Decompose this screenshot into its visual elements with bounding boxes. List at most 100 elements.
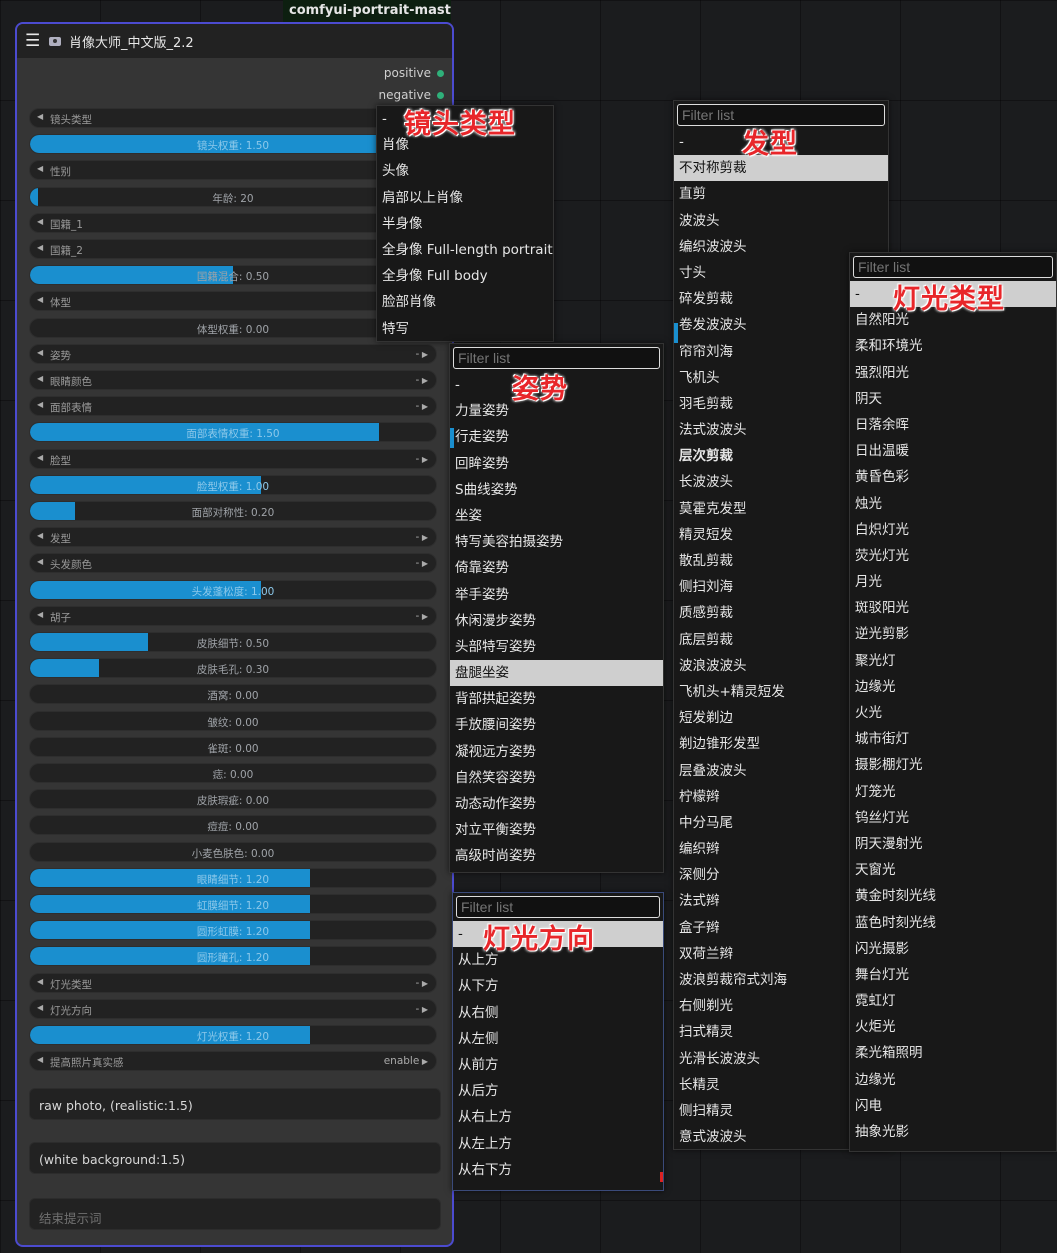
prompt-end-textbox[interactable]: 结束提示词 [29, 1198, 441, 1230]
menu-item[interactable]: 月光 [850, 569, 1056, 595]
slider-widget[interactable]: 灯光权重: 1.20 [29, 1025, 437, 1045]
menu-item[interactable]: 闪光摄影 [850, 936, 1056, 962]
menu-item[interactable]: 抽象光影 [850, 1119, 1056, 1145]
combo-widget[interactable]: 发型 - [29, 527, 437, 548]
menu-item[interactable]: 摄影棚灯光 [850, 752, 1056, 778]
menu-item[interactable]: 钨丝灯光 [850, 805, 1056, 831]
menu-item[interactable]: 从前方 [453, 1052, 663, 1078]
menu-item[interactable]: 对立平衡姿势 [450, 817, 663, 843]
slider-widget[interactable]: 头发蓬松度: 1.00 [29, 579, 437, 600]
menu-item[interactable]: 日落余晖 [850, 412, 1056, 438]
slider-widget[interactable]: 圆形虹膜: 1.20 [29, 920, 437, 941]
light-type-dropdown[interactable]: -自然阳光柔和环境光强烈阳光阴天日落余晖日出温暖黄昏色彩烛光白炽灯光荧光灯光月光… [849, 252, 1057, 1152]
menu-item[interactable]: 柔光箱照明 [850, 1040, 1056, 1066]
menu-item[interactable]: 直剪 [674, 181, 888, 207]
menu-item[interactable]: 霓虹灯 [850, 988, 1056, 1014]
menu-item[interactable]: 强烈阳光 [850, 360, 1056, 386]
combo-widget[interactable]: 灯光方向 - [29, 998, 437, 1019]
menu-item[interactable]: 边缘光 [850, 1067, 1056, 1093]
menu-item[interactable]: 特写 [377, 316, 553, 342]
slider-widget[interactable]: 眼睛细节: 1.20 [29, 867, 437, 888]
menu-item[interactable]: 休闲漫步姿势 [450, 608, 663, 634]
group-title[interactable]: comfyui-portrait-master.. [283, 0, 451, 22]
slider-widget[interactable]: 面部对称性: 0.20 [29, 501, 437, 521]
slider-widget[interactable]: 小麦色肤色: 0.00 [29, 841, 437, 862]
menu-item[interactable]: 黄金时刻光线 [850, 883, 1056, 909]
combo-widget[interactable]: 眼睛颜色 - [29, 370, 437, 390]
menu-item[interactable]: 蓝色时刻光线 [850, 910, 1056, 936]
filter-list-input[interactable] [453, 347, 660, 369]
menu-item[interactable]: 肩部以上肖像 [377, 185, 553, 211]
menu-item[interactable]: 日出温暖 [850, 438, 1056, 464]
menu-item[interactable]: 从下方 [453, 973, 663, 999]
output-dot[interactable] [437, 69, 444, 77]
slider-widget[interactable]: 圆形瞳孔: 1.20 [29, 946, 437, 967]
menu-item[interactable]: 火光 [850, 700, 1056, 726]
slider-widget[interactable]: 脸型权重: 1.00 [29, 474, 437, 495]
menu-item[interactable]: 全身像 Full body [377, 263, 553, 289]
menu-item[interactable]: 背部拱起姿势 [450, 686, 663, 712]
menu-item[interactable]: 从右下方 [453, 1157, 663, 1183]
menu-item[interactable]: 行走姿势 [450, 424, 663, 450]
menu-item[interactable]: 灯笼光 [850, 779, 1056, 805]
filter-list-input[interactable] [456, 896, 660, 918]
menu-item[interactable]: 盘腿坐姿 [450, 660, 663, 687]
output-dot[interactable] [437, 91, 444, 99]
menu-item[interactable]: 烛光 [850, 491, 1056, 517]
slider-widget[interactable]: 痣: 0.00 [29, 763, 437, 783]
menu-item[interactable]: 头部特写姿势 [450, 634, 663, 660]
menu-item[interactable]: 凝视远方姿势 [450, 739, 663, 765]
slider-widget[interactable]: 面部表情权重: 1.50 [29, 422, 437, 443]
menu-item[interactable]: 高级时尚姿势 [450, 843, 663, 869]
menu-item[interactable]: 坐姿 [450, 503, 663, 529]
menu-item[interactable]: 边缘光 [850, 674, 1056, 700]
combo-widget[interactable]: 脸型 - [29, 448, 437, 469]
menu-item[interactable]: 自然笑容姿势 [450, 765, 663, 791]
slider-widget[interactable]: 雀斑: 0.00 [29, 736, 437, 757]
combo-widget[interactable]: 面部表情 - [29, 396, 437, 417]
menu-item[interactable]: 舞台灯光 [850, 962, 1056, 988]
menu-item[interactable]: 城市街灯 [850, 726, 1056, 752]
prompt-start-textbox[interactable]: raw photo, (realistic:1.5) [29, 1088, 441, 1120]
menu-item[interactable]: 从右上方 [453, 1104, 663, 1130]
combo-widget[interactable]: 提高照片真实感 enable [29, 1051, 437, 1072]
menu-item[interactable]: 白炽灯光 [850, 517, 1056, 543]
menu-item[interactable]: 黄昏色彩 [850, 464, 1056, 490]
menu-icon[interactable]: ☰ [25, 32, 40, 50]
slider-widget[interactable]: 皮肤细节: 0.50 [29, 632, 437, 652]
menu-item[interactable]: 头像 [377, 158, 553, 184]
menu-item[interactable]: 全身像 Full-length portrait [377, 237, 553, 263]
prompt-additional-textbox[interactable]: (white background:1.5) [29, 1142, 441, 1174]
menu-item[interactable]: S曲线姿势 [450, 477, 663, 503]
menu-item[interactable]: 举手姿势 [450, 582, 663, 608]
output-negative[interactable]: negative [379, 88, 444, 102]
scroll-indicator[interactable] [674, 323, 678, 343]
menu-item[interactable]: 阴天漫射光 [850, 831, 1056, 857]
pose-dropdown[interactable]: -力量姿势行走姿势回眸姿势S曲线姿势坐姿特写美容拍摄姿势倚靠姿势举手姿势休闲漫步… [449, 343, 664, 873]
combo-widget[interactable]: 胡子 - [29, 605, 437, 626]
menu-item[interactable]: 从左侧 [453, 1026, 663, 1052]
slider-widget[interactable]: 酒窝: 0.00 [29, 684, 437, 705]
menu-item[interactable]: 倚靠姿势 [450, 555, 663, 581]
menu-item[interactable]: 特写美容拍摄姿势 [450, 529, 663, 555]
menu-item[interactable]: 斑驳阳光 [850, 595, 1056, 621]
combo-widget[interactable]: 灯光类型 - [29, 972, 437, 993]
menu-item[interactable]: 闪电 [850, 1093, 1056, 1119]
menu-item[interactable]: 火炬光 [850, 1014, 1056, 1040]
menu-item[interactable]: 波波头 [674, 208, 888, 234]
menu-item[interactable]: 从右侧 [453, 1000, 663, 1026]
node-header[interactable]: ☰ 肖像大师_中文版_2.2 [17, 24, 452, 58]
menu-item[interactable]: 从后方 [453, 1078, 663, 1104]
menu-item[interactable]: 逆光剪影 [850, 621, 1056, 647]
menu-item[interactable]: 半身像 [377, 211, 553, 237]
menu-item[interactable]: 阴天 [850, 386, 1056, 412]
slider-widget[interactable]: 虹膜细节: 1.20 [29, 894, 437, 914]
menu-item[interactable]: 手放腰间姿势 [450, 712, 663, 738]
menu-item[interactable]: 动态动作姿势 [450, 791, 663, 817]
slider-widget[interactable]: 皮肤毛孔: 0.30 [29, 658, 437, 679]
slider-widget[interactable]: 皮肤瑕疵: 0.00 [29, 789, 437, 810]
slider-widget[interactable]: 皱纹: 0.00 [29, 710, 437, 731]
menu-item[interactable]: 柔和环境光 [850, 333, 1056, 359]
menu-item[interactable]: 天窗光 [850, 857, 1056, 883]
combo-widget[interactable]: 姿势 - [29, 343, 437, 364]
